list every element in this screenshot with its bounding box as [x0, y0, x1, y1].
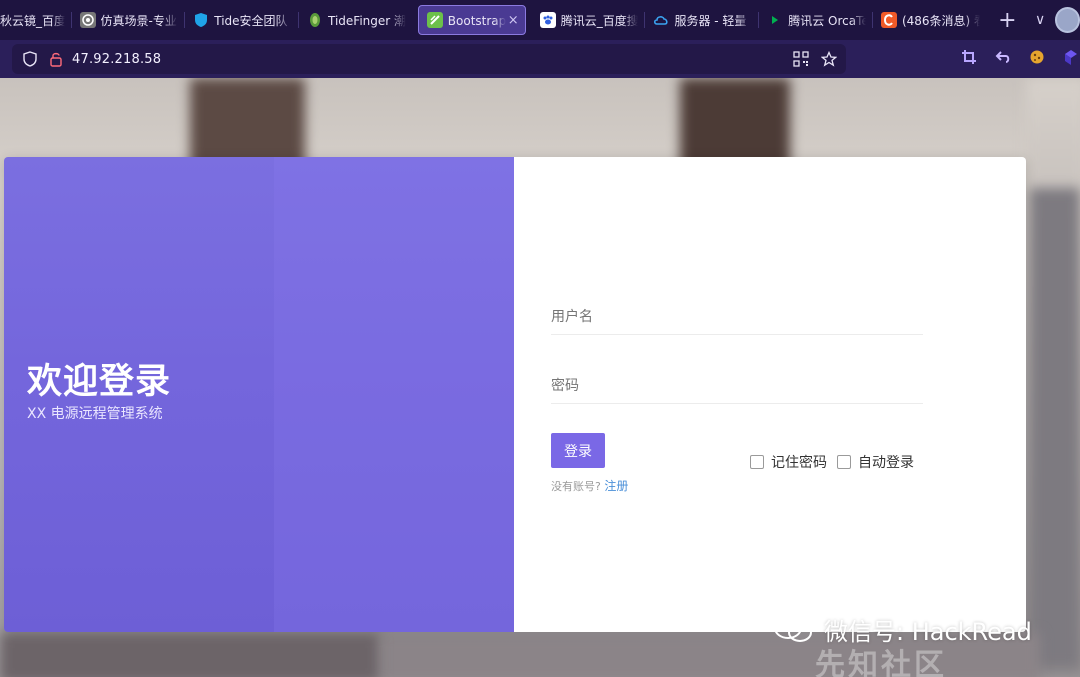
- tab-title: 仿真场景-专业: [100, 13, 177, 28]
- address-bar[interactable]: 47.92.218.58: [12, 44, 846, 74]
- welcome-heading: 欢迎登录: [27, 362, 172, 402]
- bookmark-star-icon[interactable]: [820, 50, 838, 68]
- wechat-watermark: 微信号: HackRead: [774, 612, 1032, 647]
- insecure-lock-icon[interactable]: [48, 51, 64, 67]
- cloud-icon: [653, 12, 669, 28]
- panel-highlight: [274, 157, 514, 632]
- tab-8[interactable]: (486条消息) 看: [873, 5, 986, 35]
- password-input[interactable]: [551, 368, 923, 404]
- no-account-prompt: 没有账号? 注册: [551, 477, 628, 494]
- login-options: 记住密码 自动登录: [750, 452, 924, 472]
- crop-screenshot-icon[interactable]: [960, 48, 978, 66]
- tab-title: 腾讯云 OrcaTe: [788, 13, 866, 28]
- background-building: [0, 633, 380, 677]
- url-text[interactable]: 47.92.218.58: [72, 52, 161, 67]
- tab-1[interactable]: 仿真场景-专业: [72, 5, 185, 35]
- tab-bar: 秋云镜_百度 仿真场景-专业 Tide安全团队 TideFinger 潮 Boo…: [0, 0, 1080, 40]
- no-account-text: 没有账号?: [551, 480, 601, 493]
- profile-avatar[interactable]: [1054, 7, 1080, 33]
- remember-password-checkbox[interactable]: [750, 455, 764, 469]
- extension-badge-icon[interactable]: [1062, 48, 1080, 66]
- paw-icon: [539, 12, 556, 28]
- finger-icon: [307, 12, 323, 28]
- tab-title: Bootstrap 秋: [447, 13, 506, 28]
- system-subtitle: XX 电源远程管理系统: [27, 406, 163, 422]
- tab-title: 服务器 - 轻量: [674, 13, 747, 28]
- bootstrap-icon: [426, 12, 443, 28]
- tab-title: TideFinger 潮: [328, 13, 406, 28]
- wechat-watermark-text: 微信号: HackRead: [824, 618, 1032, 646]
- tab-title: 腾讯云_百度搜: [560, 13, 639, 28]
- back-arrow-icon[interactable]: [994, 48, 1012, 66]
- login-form-panel: 登录 没有账号? 注册 记住密码 自动登录: [514, 157, 1026, 632]
- auto-login-label[interactable]: 自动登录: [858, 452, 914, 472]
- tab-title: (486条消息) 看: [901, 13, 980, 28]
- background-building: [1030, 188, 1080, 668]
- orca-icon: [767, 12, 783, 28]
- wechat-icon: [774, 615, 818, 645]
- tab-4-active[interactable]: Bootstrap 秋 ×: [417, 5, 526, 35]
- shield-outline-icon[interactable]: [22, 51, 38, 67]
- browser-toolbar: 47.92.218.58: [0, 40, 1080, 78]
- tab-6[interactable]: 服务器 - 轻量: [645, 5, 758, 35]
- scene-icon: [79, 12, 96, 28]
- shield-icon: [193, 12, 209, 28]
- qr-code-icon[interactable]: [792, 50, 810, 68]
- username-input[interactable]: [551, 299, 923, 335]
- tab-title: Tide安全团队: [214, 13, 288, 28]
- new-tab-button[interactable]: +: [992, 8, 1023, 33]
- url-actions: [792, 50, 838, 68]
- csdn-icon: [880, 12, 897, 28]
- login-card: 欢迎登录 XX 电源远程管理系统 登录 没有账号? 注册 记住密码 自动登录: [4, 157, 1026, 632]
- tab-5[interactable]: 腾讯云_百度搜: [532, 5, 645, 35]
- tab-0[interactable]: 秋云镜_百度: [0, 5, 71, 35]
- toolbar-extensions: [960, 48, 1080, 66]
- extension-cookie-icon[interactable]: [1028, 48, 1046, 66]
- close-tab-icon[interactable]: ×: [508, 13, 519, 28]
- tab-list-dropdown-icon[interactable]: ∨: [1035, 12, 1055, 28]
- welcome-panel: 欢迎登录 XX 电源远程管理系统: [4, 157, 514, 632]
- tab-title: 秋云镜_百度: [0, 13, 65, 28]
- tab-2[interactable]: Tide安全团队: [185, 5, 298, 35]
- login-button[interactable]: 登录: [551, 433, 605, 468]
- remember-password-label[interactable]: 记住密码: [771, 452, 827, 472]
- tab-3[interactable]: TideFinger 潮: [299, 5, 412, 35]
- auto-login-checkbox[interactable]: [837, 455, 851, 469]
- tab-7[interactable]: 腾讯云 OrcaTe: [759, 5, 872, 35]
- register-link[interactable]: 注册: [604, 479, 628, 493]
